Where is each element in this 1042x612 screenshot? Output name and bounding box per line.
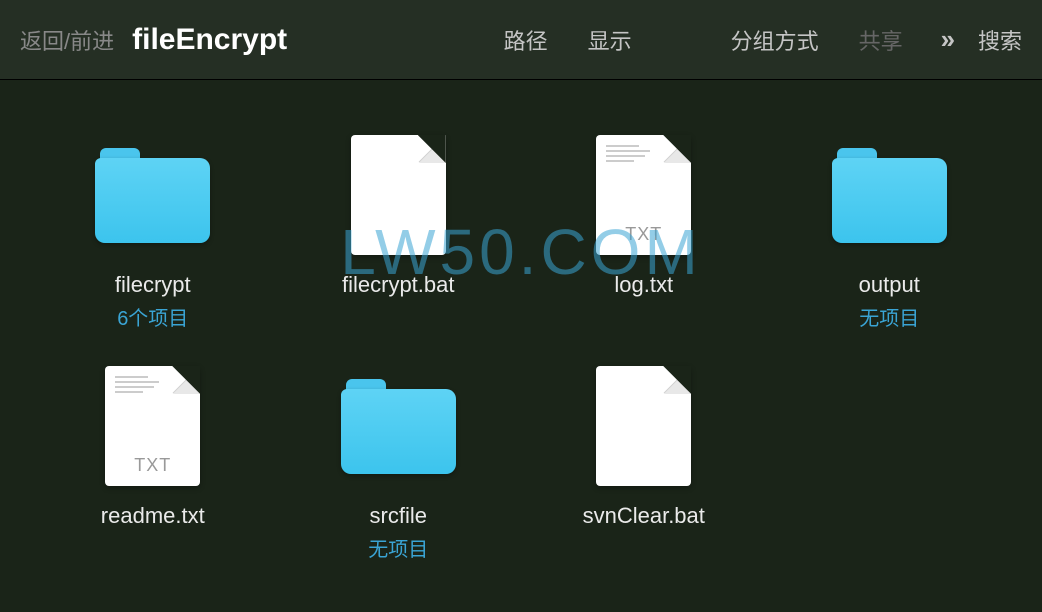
file-name: output xyxy=(859,272,920,298)
file-item[interactable]: output 无项目 xyxy=(777,130,1003,331)
file-item[interactable]: filecrypt 6个项目 xyxy=(40,130,266,331)
file-name: readme.txt xyxy=(101,503,205,529)
file-subtitle: 无项目 xyxy=(859,302,919,331)
more-icon[interactable]: ›› xyxy=(941,24,952,55)
file-name: srcfile xyxy=(370,503,427,529)
file-item[interactable]: srcfile 无项目 xyxy=(286,361,512,562)
file-item[interactable]: TXT readme.txt xyxy=(40,361,266,562)
folder-icon xyxy=(88,130,218,260)
toolbar: 返回/前进 fileEncrypt 路径 显示 分组方式 共享 ›› 搜索 xyxy=(0,0,1042,80)
group-button[interactable]: 分组方式 xyxy=(731,24,819,56)
search-button[interactable]: 搜索 xyxy=(978,24,1022,56)
file-name: log.txt xyxy=(614,272,673,298)
txt-file-icon: TXT xyxy=(579,130,709,260)
file-icon xyxy=(579,361,709,491)
share-button: 共享 xyxy=(859,24,903,56)
file-extension-label: TXT xyxy=(596,224,691,245)
file-subtitle: 6个项目 xyxy=(117,302,188,331)
txt-file-icon: TXT xyxy=(88,361,218,491)
file-item[interactable]: svnClear.bat xyxy=(531,361,757,562)
folder-icon xyxy=(333,361,463,491)
file-item[interactable]: filecrypt.bat xyxy=(286,130,512,331)
view-button[interactable]: 显示 xyxy=(588,24,632,56)
folder-icon xyxy=(824,130,954,260)
file-name: svnClear.bat xyxy=(583,503,705,529)
file-subtitle: 无项目 xyxy=(368,533,428,562)
file-icon xyxy=(333,130,463,260)
back-forward-button[interactable]: 返回/前进 xyxy=(20,24,114,56)
file-item[interactable]: TXT log.txt xyxy=(531,130,757,331)
file-name: filecrypt.bat xyxy=(342,272,455,298)
path-button[interactable]: 路径 xyxy=(504,24,548,56)
file-extension-label: TXT xyxy=(105,455,200,476)
file-grid: filecrypt 6个项目 filecrypt.bat TXT log.txt outp… xyxy=(0,80,1042,612)
window-title: fileEncrypt xyxy=(132,23,287,57)
file-name: filecrypt xyxy=(115,272,191,298)
